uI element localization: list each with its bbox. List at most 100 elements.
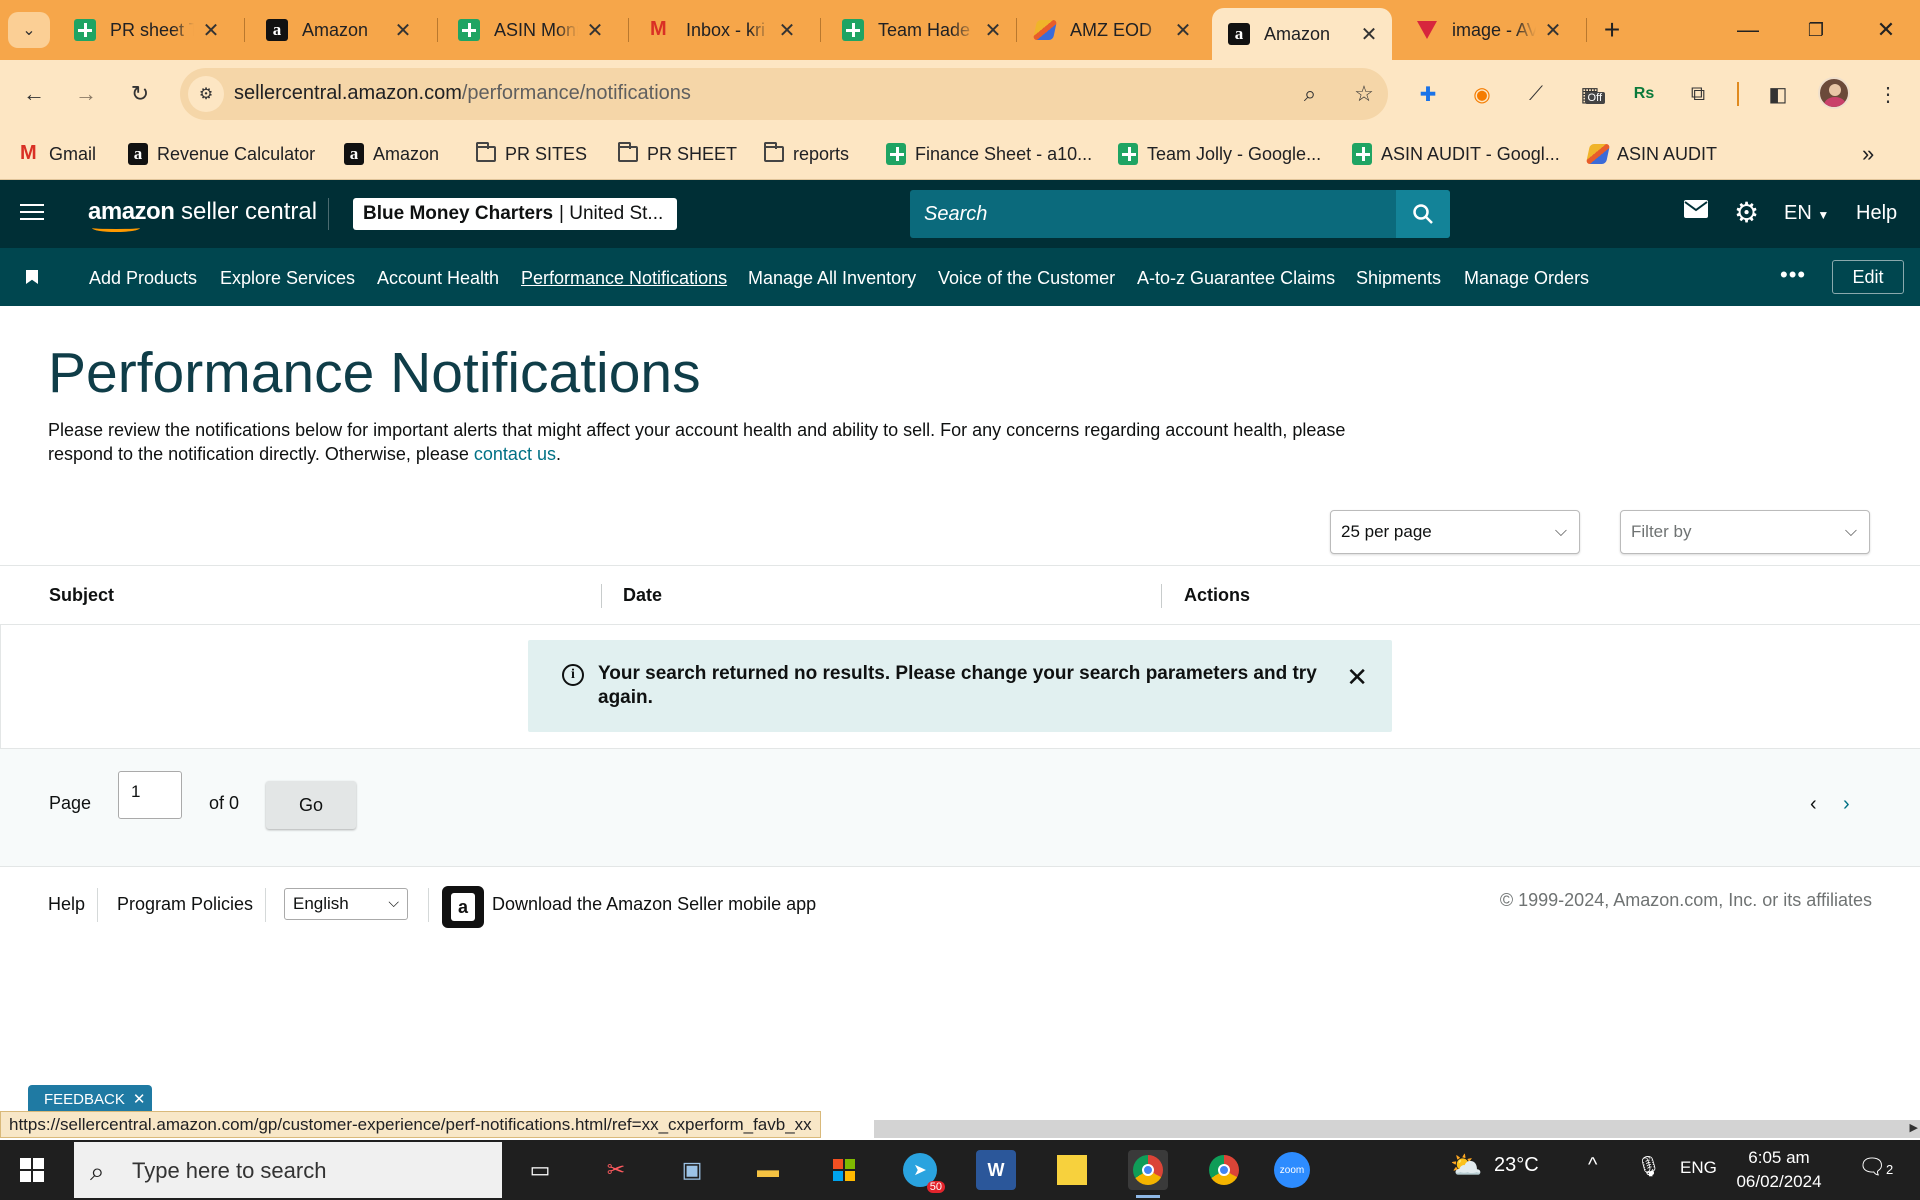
- close-alert-icon[interactable]: ✕: [1346, 662, 1368, 693]
- browser-tab[interactable]: a Amazon ✕: [250, 8, 426, 52]
- browser-tab[interactable]: Inbox - kri ✕: [634, 8, 810, 52]
- nav-account-health[interactable]: Account Health: [377, 268, 499, 289]
- nav-manage-orders[interactable]: Manage Orders: [1464, 268, 1589, 289]
- previous-page-icon[interactable]: ‹: [1810, 793, 1817, 816]
- page-number-input[interactable]: 1: [118, 771, 182, 819]
- extension-rs-icon[interactable]: Rs: [1628, 78, 1660, 110]
- nav-voice-of-the-customer[interactable]: Voice of the Customer: [938, 268, 1115, 289]
- word-icon[interactable]: W: [976, 1150, 1016, 1190]
- system-clock[interactable]: 6:05 am 06/02/2024: [1730, 1146, 1828, 1194]
- bookmark-item[interactable]: Finance Sheet - a10...: [886, 140, 1092, 168]
- browser-tab[interactable]: ASIN Moni ✕: [442, 8, 618, 52]
- bookmark-folder[interactable]: PR SITES: [476, 140, 587, 168]
- edit-nav-button[interactable]: Edit: [1832, 260, 1904, 294]
- browser-tab-active[interactable]: a Amazon ✕: [1212, 8, 1392, 60]
- column-subject[interactable]: Subject: [49, 585, 114, 606]
- more-bookmarks-icon[interactable]: »: [1862, 140, 1874, 168]
- help-link[interactable]: Help: [1856, 202, 1897, 225]
- bookmark-item[interactable]: a Amazon: [344, 140, 439, 168]
- microphone-icon[interactable]: 🎙: [1636, 1154, 1661, 1179]
- zoom-icon[interactable]: zoom: [1272, 1150, 1312, 1190]
- notifications-icon[interactable]: 🗨2: [1858, 1154, 1893, 1180]
- search-input[interactable]: Search: [924, 203, 987, 226]
- footer-language-select[interactable]: English ⌵: [284, 888, 408, 920]
- close-window-icon[interactable]: ✕: [1866, 10, 1906, 50]
- address-bar[interactable]: ⚙ sellercentral.amazon.com/performance/n…: [180, 68, 1388, 120]
- close-tab-icon[interactable]: ✕: [1542, 19, 1564, 42]
- browser-tab[interactable]: AMZ EOD ✕: [1018, 8, 1206, 52]
- close-tab-icon[interactable]: ✕: [776, 19, 798, 42]
- footer-help-link[interactable]: Help: [48, 894, 85, 915]
- forward-icon[interactable]: →: [66, 74, 106, 114]
- sticky-notes-icon[interactable]: [1052, 1150, 1092, 1190]
- zoom-icon[interactable]: ⌕: [1294, 78, 1326, 110]
- snipping-tool-icon[interactable]: ✂: [596, 1150, 636, 1190]
- tab-search-button[interactable]: ⌄: [8, 12, 50, 48]
- settings-gear-icon[interactable]: ⚙: [1734, 196, 1759, 229]
- seller-central-logo[interactable]: amazon seller central: [88, 198, 317, 226]
- contact-us-link[interactable]: contact us: [474, 444, 556, 464]
- bookmark-folder[interactable]: reports: [764, 140, 849, 168]
- close-tab-icon[interactable]: ✕: [584, 19, 606, 42]
- task-view-icon[interactable]: ▭: [520, 1150, 560, 1190]
- account-switcher[interactable]: Blue Money Charters | United St...: [353, 198, 677, 230]
- bookmark-star-icon[interactable]: ☆: [1348, 78, 1380, 110]
- browser-tab[interactable]: PR sheet To ✕: [58, 8, 234, 52]
- close-tab-icon[interactable]: ✕: [1172, 19, 1194, 42]
- more-options-icon[interactable]: •••: [1780, 262, 1806, 288]
- show-hidden-icons[interactable]: ^: [1588, 1154, 1597, 1177]
- bookmark-icon[interactable]: [26, 270, 38, 284]
- extension-off-icon[interactable]: ▦Off: [1574, 78, 1606, 110]
- file-explorer-icon[interactable]: ▬: [748, 1150, 788, 1190]
- amazon-app-icon[interactable]: a: [442, 886, 484, 928]
- close-tab-icon[interactable]: ✕: [392, 19, 414, 42]
- taskbar-search[interactable]: ⌕ Type here to search: [74, 1142, 502, 1198]
- browser-tab[interactable]: image - AV ✕: [1400, 8, 1576, 52]
- chrome-profile-icon[interactable]: [1204, 1150, 1244, 1190]
- new-tab-icon[interactable]: +: [1592, 10, 1632, 50]
- bookmark-item[interactable]: a Revenue Calculator: [128, 140, 315, 168]
- messages-icon[interactable]: [1684, 200, 1708, 218]
- extensions-puzzle-icon[interactable]: ⧉: [1682, 78, 1714, 110]
- windows-start-icon[interactable]: [20, 1158, 44, 1182]
- remote-desktop-icon[interactable]: ▣: [672, 1150, 712, 1190]
- reload-icon[interactable]: ↻: [120, 74, 160, 114]
- download-app-link[interactable]: Download the Amazon Seller mobile app: [492, 894, 816, 915]
- filter-select[interactable]: Filter by ⌵: [1620, 510, 1870, 554]
- close-tab-icon[interactable]: ✕: [200, 19, 222, 42]
- back-icon[interactable]: ←: [14, 74, 54, 114]
- nav-performance-notifications[interactable]: Performance Notifications: [521, 268, 727, 289]
- minimize-icon[interactable]: —: [1728, 10, 1768, 50]
- profile-avatar[interactable]: [1818, 77, 1850, 109]
- horizontal-scrollbar[interactable]: [874, 1120, 1920, 1138]
- side-panel-icon[interactable]: ◧: [1762, 78, 1794, 110]
- site-info-icon[interactable]: ⚙: [188, 76, 224, 112]
- per-page-select[interactable]: 25 per page ⌵: [1330, 510, 1580, 554]
- input-language[interactable]: ENG: [1680, 1158, 1717, 1178]
- nav-manage-all-inventory[interactable]: Manage All Inventory: [748, 268, 916, 289]
- bookmark-item[interactable]: ASIN AUDIT - Googl...: [1352, 140, 1560, 168]
- bookmark-item[interactable]: ASIN AUDIT: [1585, 140, 1717, 168]
- bookmark-folder[interactable]: PR SHEET: [618, 140, 737, 168]
- bookmark-item[interactable]: Gmail: [20, 140, 96, 168]
- taskbar-search-input[interactable]: Type here to search: [132, 1158, 326, 1184]
- close-tab-icon[interactable]: ✕: [982, 19, 1004, 42]
- browser-tab[interactable]: Team Hade ✕: [826, 8, 1016, 52]
- extension-icon[interactable]: ✚: [1412, 78, 1444, 110]
- extension-icon[interactable]: ⟋: [1520, 78, 1552, 110]
- seller-search[interactable]: Search: [910, 190, 1450, 238]
- go-button[interactable]: Go: [266, 781, 356, 829]
- column-date[interactable]: Date: [623, 585, 662, 606]
- nav-a-to-z-claims[interactable]: A-to-z Guarantee Claims: [1137, 268, 1335, 289]
- telegram-icon[interactable]: ➤ 50: [900, 1150, 945, 1193]
- close-feedback-icon[interactable]: ✕: [133, 1090, 146, 1108]
- chrome-icon[interactable]: [1128, 1150, 1168, 1198]
- close-tab-icon[interactable]: ✕: [1358, 23, 1380, 46]
- search-button[interactable]: [1396, 190, 1450, 238]
- program-policies-link[interactable]: Program Policies: [117, 894, 253, 915]
- next-page-icon[interactable]: ›: [1843, 793, 1850, 816]
- microsoft-store-icon[interactable]: [824, 1150, 864, 1190]
- nav-explore-services[interactable]: Explore Services: [220, 268, 355, 289]
- restore-icon[interactable]: ❐: [1796, 10, 1836, 50]
- bookmark-item[interactable]: Team Jolly - Google...: [1118, 140, 1321, 168]
